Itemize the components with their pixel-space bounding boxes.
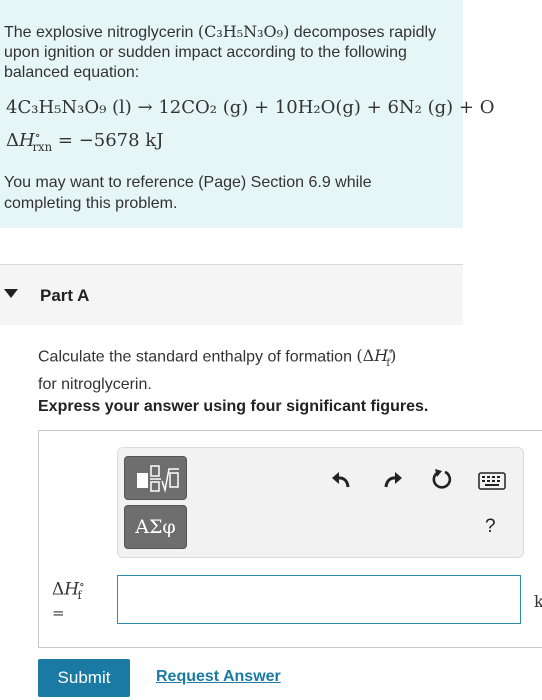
question-pre: Calculate the standard enthalpy of forma… [38,348,357,366]
answer-label: ΔH∘f [52,578,85,603]
problem-statement: The explosive nitroglycerin (C₃H₅N₃O₉) d… [0,0,494,228]
answer-equals: = [52,604,65,622]
help-button[interactable]: ? [485,516,496,538]
balanced-equation: 4C₃H₅N₃O₉ (l) → 12CO₂ (g) + 10H₂O(g) + 6… [6,97,495,118]
submit-button[interactable]: Submit [38,659,130,697]
keyboard-icon[interactable] [478,470,506,496]
reference-text: You may want to reference (Page) Section… [4,174,372,212]
templates-button[interactable] [124,456,187,500]
greek-symbols-button[interactable]: ΑΣφ [124,505,187,549]
enthalpy-value: = −5678 kJ [57,130,164,151]
enthalpy-formation-symbol: (ΔH∘f) [356,346,397,369]
question-text: Calculate the standard enthalpy of forma… [38,341,478,396]
answer-unit: k [534,592,542,611]
answer-input[interactable] [117,575,521,624]
fraction-root-icon [137,465,179,493]
undo-icon[interactable] [330,468,352,496]
part-title[interactable]: Part A [40,286,89,306]
collapse-caret-icon[interactable] [4,289,18,298]
request-answer-link[interactable]: Request Answer [156,668,281,686]
reset-icon[interactable] [431,468,453,496]
instruction-text: Express your answer using four significa… [38,398,429,415]
intro-formula: (C₃H₅N₃O₉) [197,22,290,41]
math-toolbar: ΑΣφ ? [117,447,524,558]
redo-icon[interactable] [382,468,404,496]
question-post: for nitroglycerin. [38,375,152,393]
reaction-enthalpy: ΔH∘rxn = −5678 kJ [6,128,164,154]
intro-pre: The explosive nitroglycerin [4,24,198,41]
intro-text: The explosive nitroglycerin (C₃H₅N₃O₉) d… [4,22,454,83]
